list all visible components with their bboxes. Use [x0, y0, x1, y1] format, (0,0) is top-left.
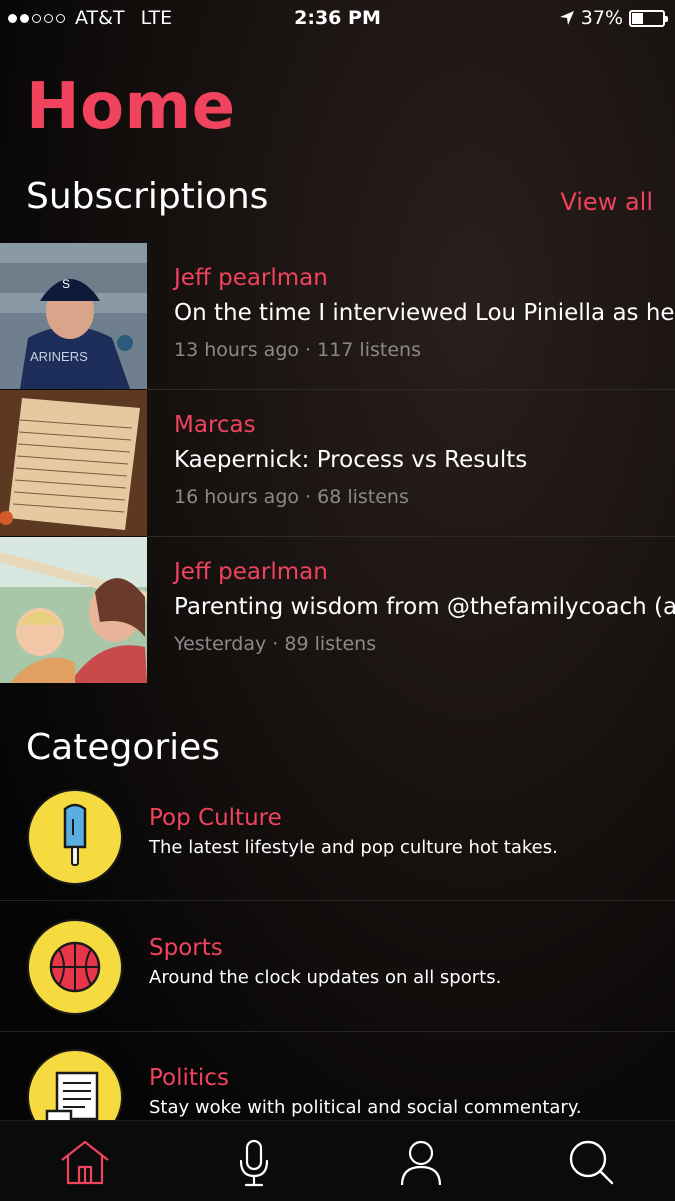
- tab-bar: [0, 1120, 675, 1201]
- category-description: Stay woke with political and social comm…: [149, 1097, 582, 1118]
- episode-thumbnail: [0, 537, 147, 683]
- episode-author: Marcas: [174, 412, 256, 438]
- category-item-sports[interactable]: Sports Around the clock updates on all s…: [0, 919, 675, 1049]
- category-name: Pop Culture: [149, 805, 282, 831]
- episode-author: Jeff pearlman: [174, 265, 328, 291]
- divider: [0, 900, 675, 901]
- tab-record[interactable]: [226, 1135, 282, 1191]
- category-name: Politics: [149, 1065, 229, 1091]
- subscription-item[interactable]: Marcas Kaepernick: Process vs Results 16…: [0, 390, 675, 536]
- divider: [0, 1031, 675, 1032]
- episode-meta: Yesterday · 89 listens: [174, 633, 377, 655]
- page-title: Home: [26, 70, 236, 144]
- tab-profile[interactable]: [393, 1135, 449, 1191]
- battery-icon: [629, 9, 668, 27]
- episode-meta: 16 hours ago · 68 listens: [174, 486, 409, 508]
- categories-heading: Categories: [26, 727, 221, 768]
- subscriptions-heading: Subscriptions: [26, 176, 269, 217]
- popsicle-icon: [27, 789, 123, 885]
- episode-thumbnail: S ARINERS: [0, 243, 147, 389]
- category-description: Around the clock updates on all sports.: [149, 967, 502, 988]
- status-right: 37%: [559, 7, 668, 29]
- episode-author: Jeff pearlman: [174, 559, 328, 585]
- episode-title: On the time I interviewed Lou Piniella a…: [174, 300, 675, 326]
- search-icon: [569, 1140, 614, 1185]
- tab-search[interactable]: [563, 1135, 619, 1191]
- svg-text:ARINERS: ARINERS: [30, 349, 88, 364]
- svg-text:S: S: [62, 277, 70, 291]
- subscription-item[interactable]: S ARINERS Jeff pearlman On the time I in…: [0, 243, 675, 389]
- profile-icon: [400, 1140, 442, 1186]
- status-bar: AT&T LTE 2:36 PM 37%: [0, 0, 675, 36]
- basketball-icon: [27, 919, 123, 1015]
- category-name: Sports: [149, 935, 223, 961]
- episode-thumbnail: [0, 390, 147, 536]
- battery-percent: 37%: [580, 7, 623, 29]
- episode-title: Kaepernick: Process vs Results: [174, 447, 528, 473]
- home-icon: [61, 1140, 109, 1185]
- subscription-item[interactable]: Jeff pearlman Parenting wisdom from @the…: [0, 537, 675, 683]
- tab-home[interactable]: [57, 1135, 113, 1191]
- microphone-icon: [239, 1139, 269, 1187]
- episode-title: Parenting wisdom from @thefamilycoach (a: [174, 594, 675, 620]
- episode-meta: 13 hours ago · 117 listens: [174, 339, 421, 361]
- category-description: The latest lifestyle and pop culture hot…: [149, 837, 558, 858]
- location-arrow-icon: [559, 11, 574, 25]
- view-all-link[interactable]: View all: [560, 188, 653, 216]
